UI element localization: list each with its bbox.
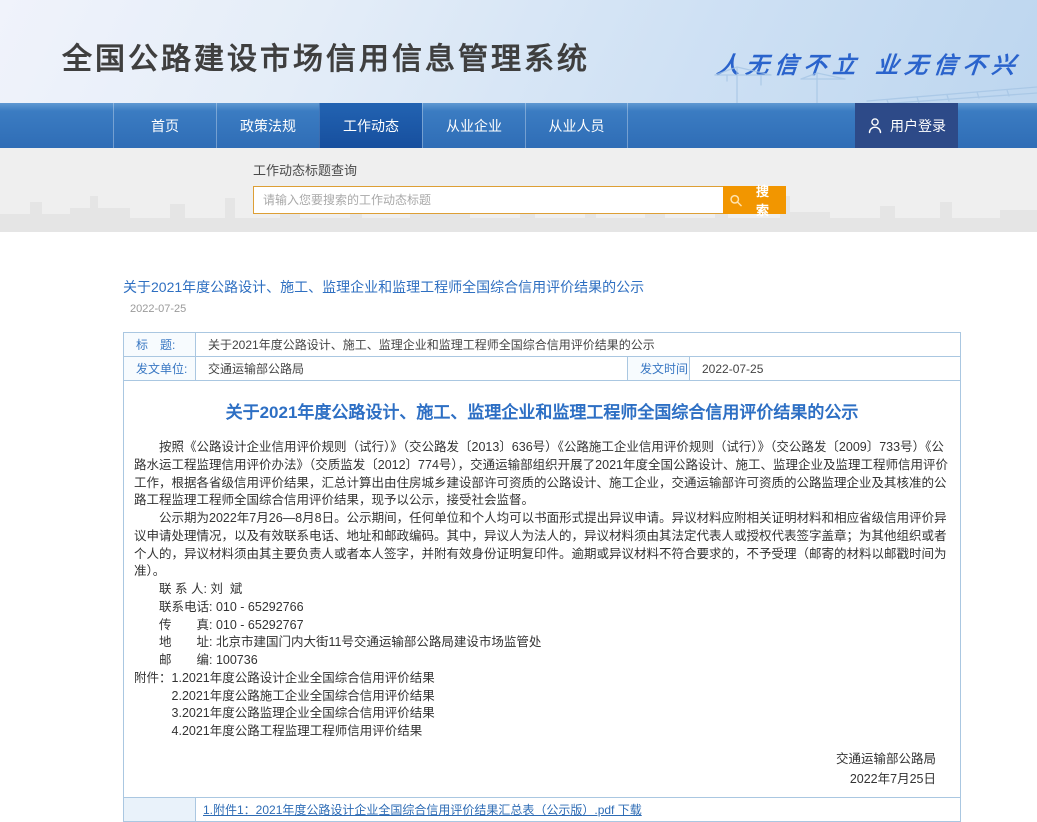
search-label: 工作动态标题查询 xyxy=(253,160,1037,179)
meta-unit-value: 交通运输部公路局 xyxy=(196,357,628,381)
nav-item-home[interactable]: 首页 xyxy=(113,103,216,148)
signature-block: 交通运输部公路局 2022年7月25日 xyxy=(134,749,950,789)
article-paragraph: 按照《公路设计企业信用评价规则（试行）》（交公路发〔2013〕636号）《公路施… xyxy=(134,439,950,510)
news-date: 2022-07-25 xyxy=(130,303,961,315)
signature-unit: 交通运输部公路局 xyxy=(134,749,936,769)
nav-item-policies[interactable]: 政策法规 xyxy=(216,103,319,148)
main-navigation: 首页 政策法规 工作动态 从业企业 从业人员 用户登录 xyxy=(0,103,1037,148)
search-panel: 工作动态标题查询 搜 索 xyxy=(253,148,1037,214)
user-icon xyxy=(867,117,883,134)
article-paragraph: 公示期为2022年7月26—8月8日。公示期间，任何单位和个人均可以书面形式提出… xyxy=(134,510,950,581)
attachment-item: 2.2021年度公路施工企业全国综合信用评价结果 xyxy=(172,688,435,706)
main-content: 关于2021年度公路设计、施工、监理企业和监理工程师全国综合信用评价结果的公示 … xyxy=(0,232,1037,822)
user-login-button[interactable]: 用户登录 xyxy=(855,103,958,148)
meta-date-label: 发文时间: xyxy=(628,357,690,381)
news-title-link[interactable]: 关于2021年度公路设计、施工、监理企业和监理工程师全国综合信用评价结果的公示 xyxy=(123,277,644,297)
attachments-label: 附件： xyxy=(134,670,172,741)
contact-fax: 传 真: 010 - 65292767 xyxy=(134,617,950,635)
attachment-item: 3.2021年度公路监理企业全国综合信用评价结果 xyxy=(172,705,435,723)
meta-unit-label: 发文单位: xyxy=(124,357,196,381)
download-row-label-cell xyxy=(124,798,196,821)
contact-person: 联 系 人: 刘 斌 xyxy=(134,581,950,599)
construction-crane-decoration-icon xyxy=(697,61,1037,103)
nav-item-work-news[interactable]: 工作动态 xyxy=(319,103,422,148)
table-row: 发文单位: 交通运输部公路局 发文时间: 2022-07-25 xyxy=(124,357,961,381)
article-body: 关于2021年度公路设计、施工、监理企业和监理工程师全国综合信用评价结果的公示 … xyxy=(123,381,961,798)
attachment-download-link[interactable]: 1.附件1：2021年度公路设计企业全国综合信用评价结果汇总表（公示版）.pdf… xyxy=(203,801,642,818)
signature-date: 2022年7月25日 xyxy=(134,769,936,789)
meta-title-value: 关于2021年度公路设计、施工、监理企业和监理工程师全国综合信用评价结果的公示 xyxy=(196,333,961,357)
attachments-block: 附件： 1.2021年度公路设计企业全国综合信用评价结果 2.2021年度公路施… xyxy=(134,670,950,741)
search-button-label: 搜 索 xyxy=(747,181,780,219)
site-title: 全国公路建设市场信用信息管理系统 xyxy=(62,34,590,78)
search-button[interactable]: 搜 索 xyxy=(723,186,786,214)
meta-title-label: 标 题: xyxy=(124,333,196,357)
nav-item-enterprises[interactable]: 从业企业 xyxy=(422,103,525,148)
article-heading: 关于2021年度公路设计、施工、监理企业和监理工程师全国综合信用评价结果的公示 xyxy=(134,398,950,423)
meta-date-value: 2022-07-25 xyxy=(690,357,961,381)
contact-address: 地 址: 北京市建国门内大街11号交通运输部公路局建设市场监管处 xyxy=(134,634,950,652)
search-row: 搜 索 xyxy=(253,186,1037,214)
contact-postcode: 邮 编: 100736 xyxy=(134,652,950,670)
table-row: 标 题: 关于2021年度公路设计、施工、监理企业和监理工程师全国综合信用评价结… xyxy=(124,333,961,357)
nav-spacer xyxy=(0,103,113,148)
attachment-item: 4.2021年度公路工程监理工程师信用评价结果 xyxy=(172,723,435,741)
attachment-download-row: 1.附件1：2021年度公路设计企业全国综合信用评价结果汇总表（公示版）.pdf… xyxy=(123,798,961,822)
contact-phone: 联系电话: 010 - 65292766 xyxy=(134,599,950,617)
attachment-item: 1.2021年度公路设计企业全国综合信用评价结果 xyxy=(172,670,435,688)
nav-item-personnel[interactable]: 从业人员 xyxy=(525,103,628,148)
search-icon xyxy=(729,193,743,208)
user-login-label: 用户登录 xyxy=(890,116,946,136)
document-meta-table: 标 题: 关于2021年度公路设计、施工、监理企业和监理工程师全国综合信用评价结… xyxy=(123,332,961,381)
search-input[interactable] xyxy=(253,186,723,214)
site-header: 全国公路建设市场信用信息管理系统 人无信不立 业无信不兴 xyxy=(0,0,1037,103)
search-section: 工作动态标题查询 搜 索 xyxy=(0,148,1037,232)
